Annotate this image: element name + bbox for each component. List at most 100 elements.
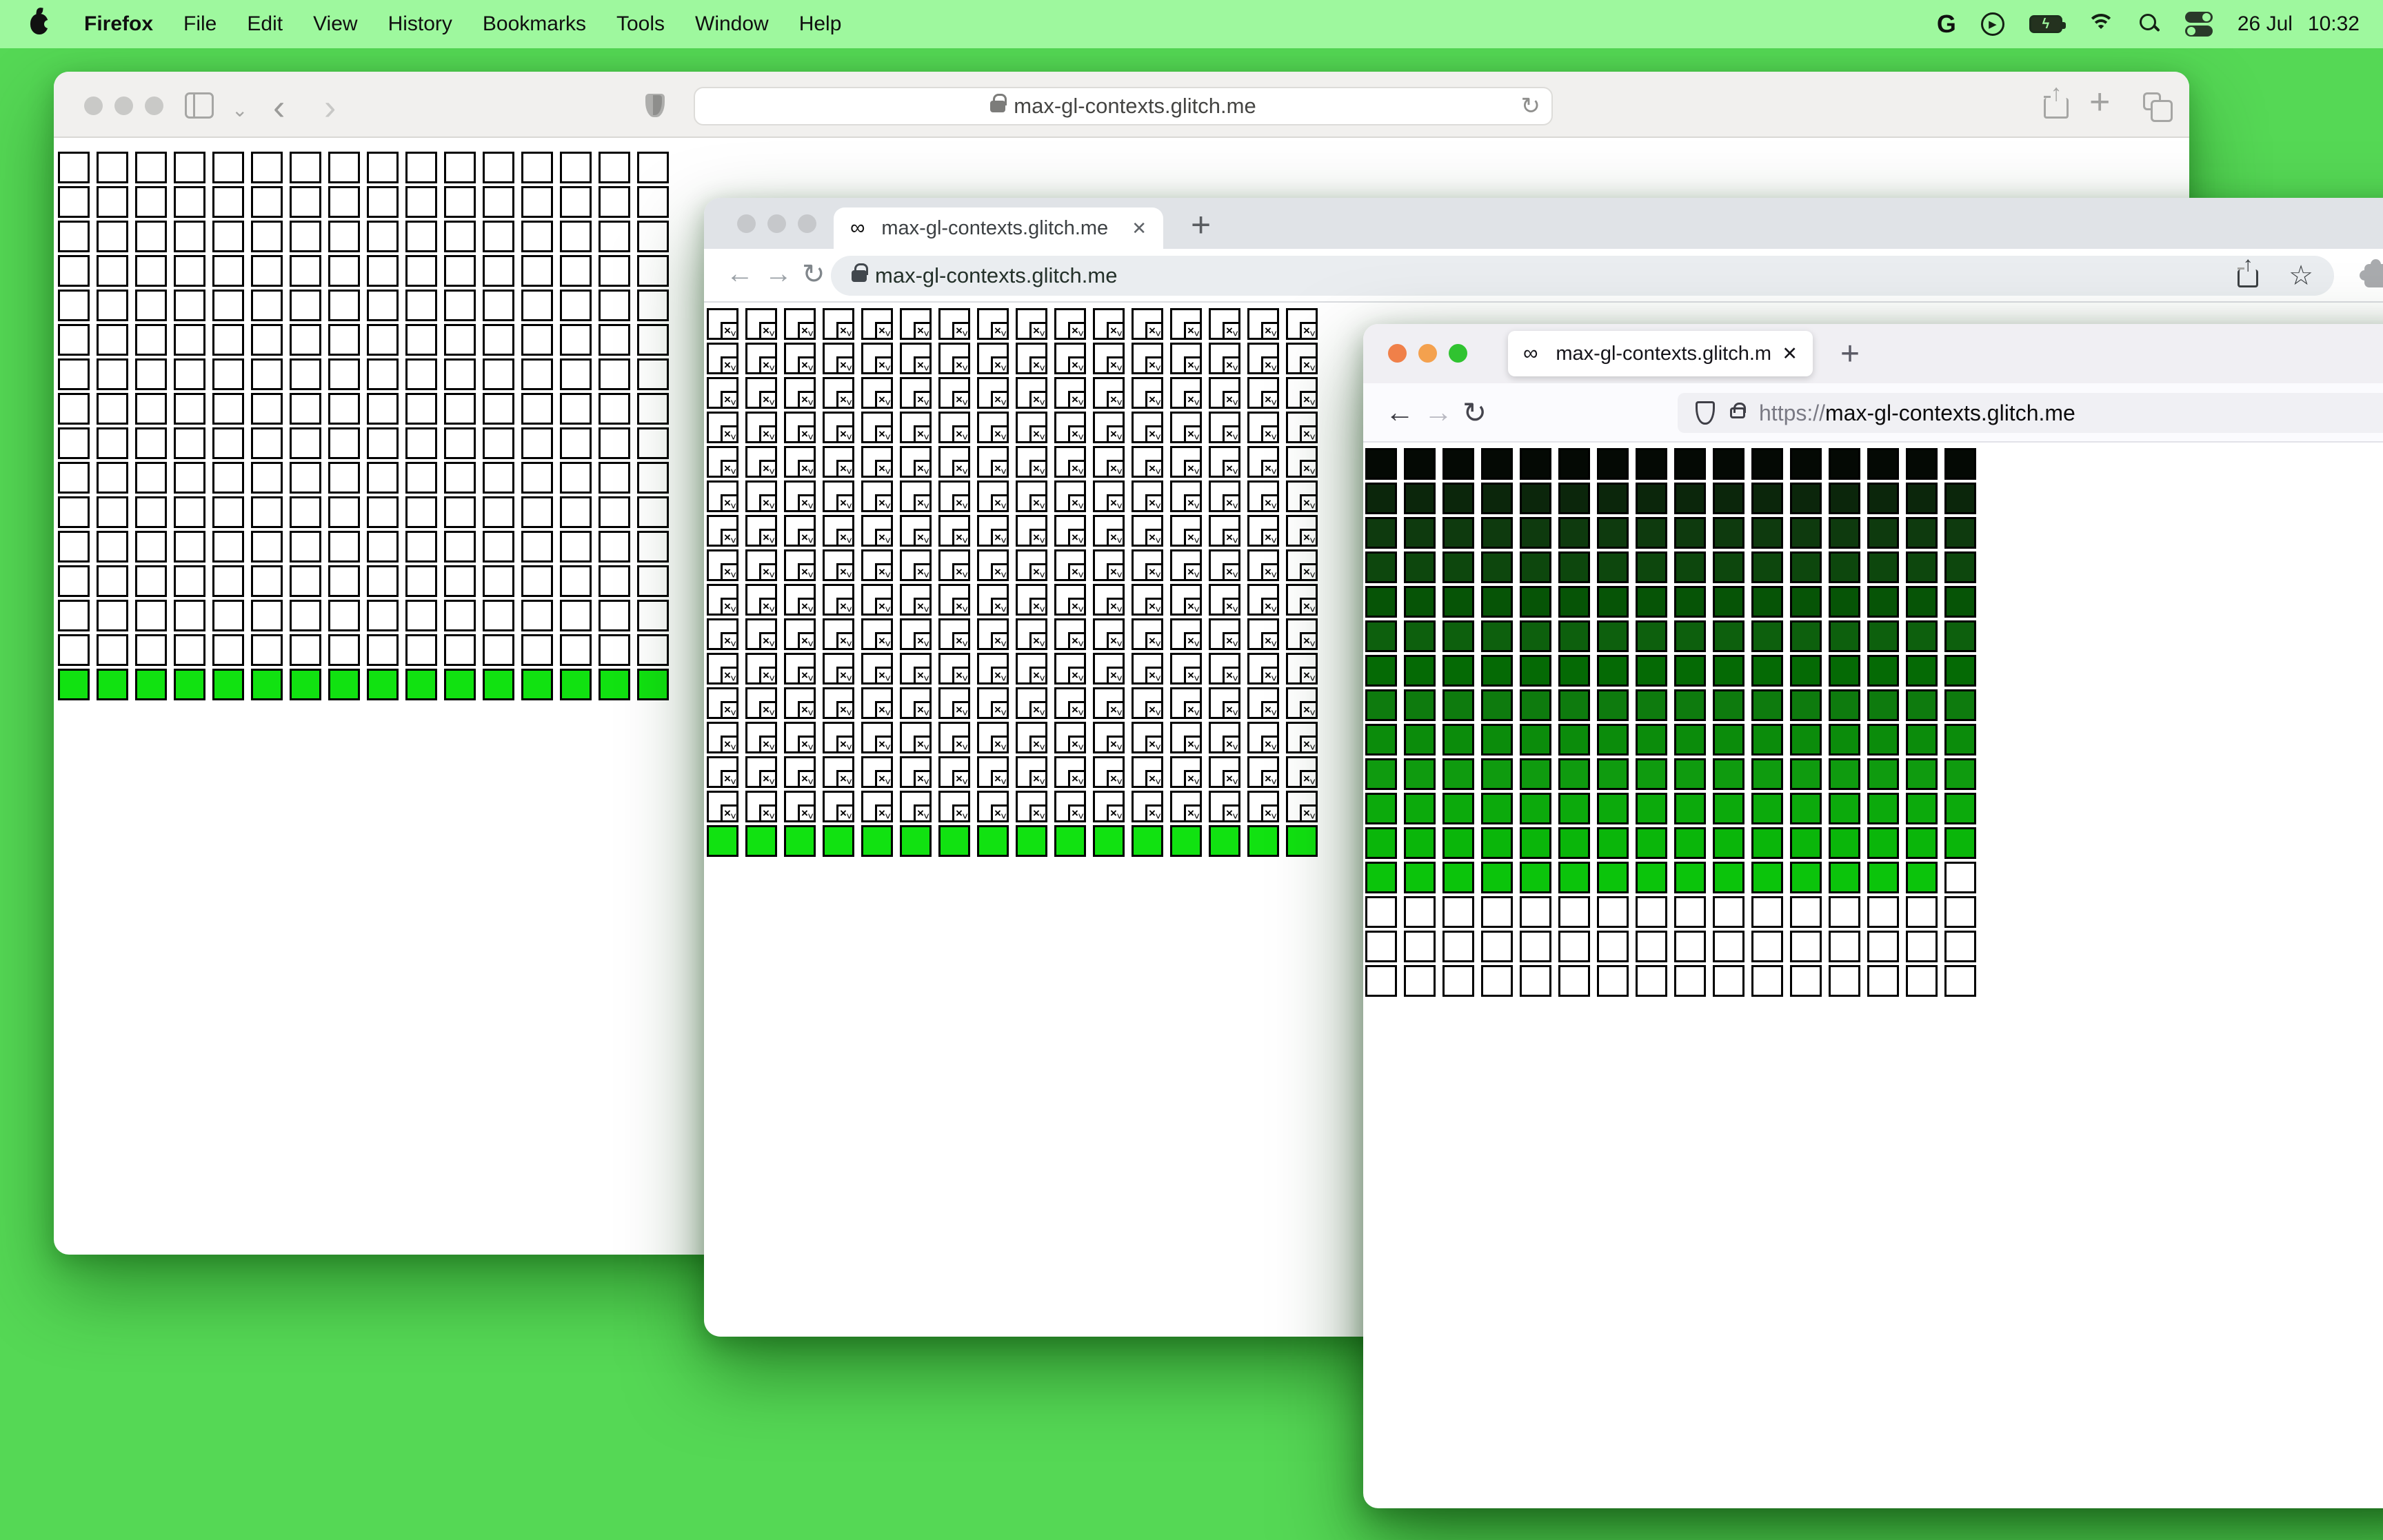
close-window-button[interactable] xyxy=(1388,344,1407,363)
new-tab-button[interactable]: + xyxy=(2089,81,2110,123)
control-center-icon[interactable] xyxy=(2184,12,2213,37)
broken-image-icon: × ˅ xyxy=(836,598,854,616)
sidebar-toggle-icon[interactable] xyxy=(185,92,214,119)
gl-canvas-cell xyxy=(367,290,399,321)
gl-canvas-cell: × ˅ xyxy=(1093,791,1125,822)
gl-canvas-cell xyxy=(1906,758,1938,790)
menu-view[interactable]: View xyxy=(298,12,372,36)
minimize-window-button[interactable] xyxy=(1418,344,1437,363)
chrome-address-bar[interactable]: max-gl-contexts.glitch.me ☆ xyxy=(831,256,2334,296)
menu-window[interactable]: Window xyxy=(680,12,784,36)
google-g-icon[interactable]: G xyxy=(1937,10,1956,39)
close-window-button[interactable] xyxy=(84,97,103,115)
broken-image-icon: × ˅ xyxy=(1261,598,1279,616)
forward-button[interactable]: → xyxy=(1424,396,1453,429)
back-button[interactable]: ← xyxy=(726,259,754,290)
gl-canvas-cell xyxy=(405,600,437,631)
back-button[interactable]: ‹ xyxy=(273,90,285,125)
broken-image-icon: × ˅ xyxy=(721,701,738,719)
broken-image-icon: × ˅ xyxy=(798,391,816,409)
minimize-window-button[interactable] xyxy=(767,214,786,233)
chrome-active-tab[interactable]: ∞ max-gl-contexts.glitch.me ✕ xyxy=(834,207,1163,249)
menu-history[interactable]: History xyxy=(373,12,467,36)
broken-image-icon: × ˅ xyxy=(1300,391,1318,409)
privacy-shield-icon[interactable] xyxy=(645,94,665,117)
gl-canvas-cell: × ˅ xyxy=(938,515,970,547)
broken-image-icon: × ˅ xyxy=(721,356,738,374)
gl-canvas-cell xyxy=(1751,724,1783,756)
gl-canvas-cell xyxy=(290,634,321,666)
close-window-button[interactable] xyxy=(737,214,756,233)
tracking-protection-shield-icon[interactable] xyxy=(1696,401,1715,425)
share-icon[interactable] xyxy=(2238,267,2259,287)
gl-canvas-cell xyxy=(1597,517,1629,549)
gl-canvas-cell xyxy=(135,669,167,700)
minimize-window-button[interactable] xyxy=(114,97,133,115)
reload-icon[interactable]: ↻ xyxy=(1521,92,1541,120)
gl-canvas-cell xyxy=(328,324,360,356)
gl-canvas-cell xyxy=(1404,793,1436,824)
gl-canvas-cell xyxy=(1713,965,1744,997)
menu-app-name[interactable]: Firefox xyxy=(69,12,168,36)
gl-canvas-cell xyxy=(1286,825,1318,857)
gl-canvas-cell xyxy=(367,221,399,252)
broken-image-icon: × ˅ xyxy=(1029,529,1047,547)
gl-canvas-cell: × ˅ xyxy=(1016,722,1047,753)
gl-canvas-cell xyxy=(174,221,205,252)
menu-bar-time: 10:32 xyxy=(2307,12,2360,35)
broken-image-icon: × ˅ xyxy=(1068,322,1086,340)
gl-canvas-cell xyxy=(1751,896,1783,928)
share-icon[interactable] xyxy=(2044,96,2069,119)
tab-overview-icon[interactable] xyxy=(2143,92,2173,122)
back-button[interactable]: ← xyxy=(1385,396,1414,429)
gl-canvas-cell xyxy=(212,496,244,528)
gl-canvas-cell: × ˅ xyxy=(745,446,777,478)
safari-traffic-lights[interactable] xyxy=(84,97,163,115)
firefox-traffic-lights[interactable] xyxy=(1388,344,1467,363)
extensions-puzzle-icon[interactable] xyxy=(2360,259,2383,287)
safari-address-bar[interactable]: max-gl-contexts.glitch.me ↻ xyxy=(694,87,1553,125)
gl-canvas-cell xyxy=(1790,551,1822,583)
close-tab-icon[interactable]: ✕ xyxy=(1132,218,1147,239)
gl-canvas-cell xyxy=(1442,758,1474,790)
broken-image-icon: × ˅ xyxy=(875,425,893,443)
close-tab-icon[interactable]: ✕ xyxy=(1782,343,1798,365)
gl-canvas-cell xyxy=(1442,655,1474,687)
chrome-traffic-lights[interactable] xyxy=(737,214,816,233)
reload-button[interactable]: ↻ xyxy=(802,259,825,290)
menu-edit[interactable]: Edit xyxy=(232,12,298,36)
new-tab-button[interactable]: + xyxy=(1840,335,1860,373)
broken-image-icon: × ˅ xyxy=(1068,494,1086,512)
apple-menu-icon[interactable] xyxy=(30,14,52,34)
gl-canvas-cell xyxy=(328,427,360,459)
gl-canvas-cell: × ˅ xyxy=(1170,584,1202,616)
gl-canvas-cell: × ˅ xyxy=(823,515,854,547)
chevron-down-icon[interactable]: ⌄ xyxy=(232,101,248,120)
reload-button[interactable]: ↻ xyxy=(1462,396,1487,429)
battery-charging-icon[interactable]: ϟ xyxy=(2029,15,2066,33)
broken-image-icon: × ˅ xyxy=(1029,667,1047,685)
zoom-window-button[interactable] xyxy=(798,214,816,233)
firefox-address-bar[interactable]: https:// max-gl-contexts.glitch.me xyxy=(1678,393,2383,433)
zoom-window-button[interactable] xyxy=(1449,344,1467,363)
gl-canvas-cell xyxy=(1404,758,1436,790)
bookmark-star-icon[interactable]: ☆ xyxy=(2289,260,2313,292)
gl-canvas-cell xyxy=(328,600,360,631)
gl-canvas-cell xyxy=(1520,724,1551,756)
menu-bookmarks[interactable]: Bookmarks xyxy=(467,12,601,36)
menu-help[interactable]: Help xyxy=(784,12,857,36)
menu-tools[interactable]: Tools xyxy=(601,12,680,36)
play-circle-icon[interactable]: ▶ xyxy=(1980,12,2004,36)
menu-file[interactable]: File xyxy=(168,12,232,36)
firefox-active-tab[interactable]: ∞ max-gl-contexts.glitch.me/ ✕ xyxy=(1508,331,1813,376)
forward-button[interactable]: › xyxy=(324,90,336,125)
wifi-icon[interactable] xyxy=(2087,14,2115,34)
broken-image-icon: × ˅ xyxy=(991,667,1009,685)
new-tab-button[interactable]: + xyxy=(1191,205,1211,245)
zoom-window-button[interactable] xyxy=(145,97,163,115)
spotlight-search-icon[interactable] xyxy=(2139,14,2160,34)
broken-image-icon: × ˅ xyxy=(1068,598,1086,616)
gl-canvas-cell: × ˅ xyxy=(977,515,1009,547)
gl-canvas-cell xyxy=(1404,620,1436,652)
forward-button[interactable]: → xyxy=(765,259,792,290)
